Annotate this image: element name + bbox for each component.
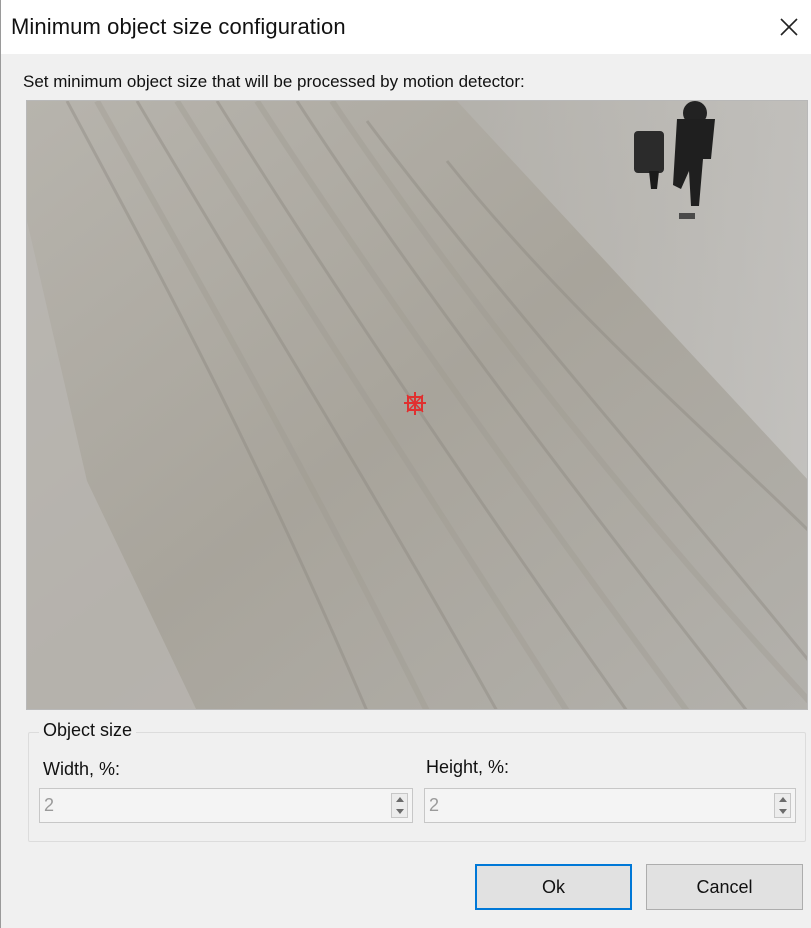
height-decrement-button[interactable] [775,806,790,817]
width-increment-button[interactable] [392,794,407,805]
cancel-button[interactable]: Cancel [646,864,803,910]
object-size-marker [404,392,426,415]
object-size-legend: Object size [39,720,137,741]
width-decrement-button[interactable] [392,806,407,817]
width-spin-buttons [391,793,408,818]
object-size-group: Object size Width, %: 2 Height, %: 2 [28,720,806,842]
height-label: Height, %: [426,757,510,777]
height-spin-buttons [774,793,791,818]
width-value: 2 [44,795,55,815]
camera-preview[interactable] [26,100,808,710]
height-value: 2 [429,795,440,815]
instruction-text: Set minimum object size that will be pro… [23,72,525,91]
window-title: Minimum object size configuration [11,14,346,39]
dialog-window: Minimum object size configuration Set mi… [0,0,811,928]
close-button[interactable] [766,0,811,54]
width-spinner[interactable]: 2 [39,788,413,823]
width-label: Width, %: [43,759,121,779]
height-spinner[interactable]: 2 [424,788,796,823]
ok-button[interactable]: Ok [475,864,632,910]
close-icon [780,18,798,36]
snow-road-image [27,101,807,709]
height-increment-button[interactable] [775,794,790,805]
title-bar: Minimum object size configuration [1,0,811,54]
